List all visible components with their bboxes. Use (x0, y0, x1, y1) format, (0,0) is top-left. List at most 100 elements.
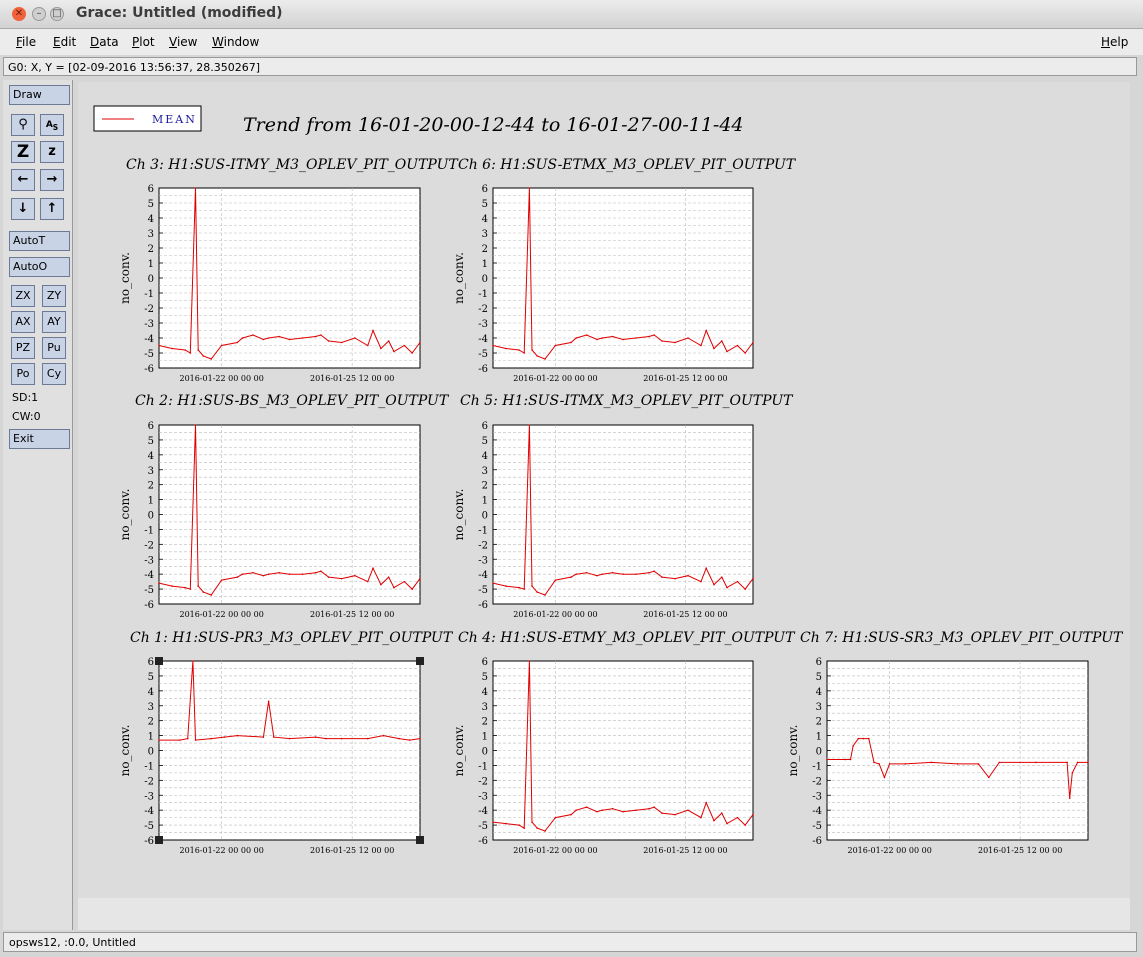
draw-button[interactable]: Draw (9, 85, 70, 105)
zx-button[interactable]: ZX (11, 285, 35, 307)
data-point (622, 338, 624, 341)
y-tick-label: 1 (148, 259, 154, 270)
exit-button[interactable]: Exit (9, 429, 70, 449)
data-point (301, 573, 304, 575)
menu-window[interactable]: Window (212, 35, 259, 49)
menu-file[interactable]: File (16, 35, 36, 49)
data-point (288, 338, 291, 341)
data-point (752, 577, 754, 580)
data-point (713, 819, 715, 822)
chart-title: Ch 7: H1:SUS-SR3_M3_OPLEV_PIT_OUTPUT (800, 630, 1124, 646)
po-button[interactable]: Po (11, 363, 35, 385)
data-point (367, 580, 369, 583)
data-point (210, 358, 212, 360)
data-point (873, 761, 875, 764)
ay-button[interactable]: AY (42, 311, 66, 333)
ax-button[interactable]: AX (11, 311, 35, 333)
data-point (705, 567, 707, 569)
data-point (648, 807, 650, 810)
scroll-right-icon[interactable]: → (40, 169, 64, 191)
menu-help[interactable]: Help (1101, 35, 1128, 49)
data-point (1071, 772, 1074, 774)
pu-button[interactable]: Pu (42, 337, 66, 359)
selection-handle[interactable] (155, 657, 163, 665)
selection-handle[interactable] (416, 836, 424, 844)
y-tick-label: -2 (144, 776, 154, 787)
data-point (419, 577, 421, 580)
y-tick-label: -5 (144, 585, 154, 596)
y-tick-label: 6 (816, 657, 822, 668)
data-point (372, 329, 374, 332)
y-tick-label: 6 (148, 421, 154, 432)
data-point (1068, 797, 1071, 800)
pz-button[interactable]: PZ (11, 337, 35, 359)
x-tick-label: 2016-01-22 00 00 00 (513, 374, 597, 383)
plot-area[interactable]: MEAN Trend from 16-01-20-00-12-44 to 16-… (78, 82, 1130, 898)
data-point (398, 737, 400, 740)
data-point (585, 806, 588, 808)
menu-data[interactable]: Data (90, 35, 119, 49)
data-point (411, 588, 413, 590)
y-tick-label: 3 (816, 702, 822, 713)
y-tick-label: -1 (144, 289, 154, 300)
data-point (314, 736, 317, 738)
scroll-down-icon[interactable]: ↓ (11, 198, 35, 220)
menu-edit[interactable]: Edit (53, 35, 76, 49)
data-point (186, 737, 189, 740)
data-point (726, 350, 728, 353)
scroll-up-icon[interactable]: ↑ (40, 198, 64, 220)
data-point (523, 588, 525, 590)
data-point (904, 763, 907, 765)
zoom-icon[interactable]: ⚲ (11, 114, 35, 136)
maximize-window-button[interactable]: □ (50, 7, 64, 21)
data-point (570, 576, 572, 578)
y-tick-label: 5 (148, 436, 154, 447)
y-tick-label: -6 (478, 600, 488, 611)
autot-button[interactable]: AutoT (9, 231, 70, 251)
selection-handle[interactable] (416, 657, 424, 665)
data-point (367, 344, 369, 347)
y-tick-label: 2 (816, 717, 822, 728)
zy-button[interactable]: ZY (42, 285, 66, 307)
y-tick-label: -1 (478, 289, 488, 300)
data-point (862, 737, 865, 740)
autoo-button[interactable]: AutoO (9, 257, 70, 277)
cy-button[interactable]: Cy (42, 363, 66, 385)
y-axis-label: no_conv. (452, 489, 466, 541)
data-point (419, 737, 421, 740)
zoom-out-icon[interactable]: z (40, 141, 64, 163)
graph-canvas[interactable]: MEAN Trend from 16-01-20-00-12-44 to 16-… (78, 82, 1130, 898)
set-default-readout: SD:1 (12, 391, 39, 404)
scroll-left-icon[interactable]: ← (11, 169, 35, 191)
chart-title: Ch 6: H1:SUS-ETMX_M3_OPLEV_PIT_OUTPUT (458, 157, 797, 173)
y-axis-label: no_conv. (452, 252, 466, 304)
y-tick-label: -6 (478, 836, 488, 847)
y-tick-label: -3 (478, 791, 488, 802)
data-point (278, 571, 280, 574)
data-point (194, 187, 197, 189)
minimize-window-button[interactable]: – (32, 7, 46, 21)
data-point (179, 739, 181, 741)
data-point (752, 813, 754, 816)
data-point (278, 335, 280, 338)
zoom-in-icon[interactable]: Z (11, 141, 35, 163)
menu-plot[interactable]: Plot (132, 35, 155, 49)
data-point (518, 586, 520, 589)
data-point (653, 334, 655, 336)
menu-view[interactable]: View (169, 35, 197, 49)
data-point (721, 340, 723, 342)
y-tick-label: 4 (148, 214, 154, 225)
data-point (393, 350, 395, 353)
selection-handle[interactable] (155, 836, 163, 844)
data-point (241, 337, 244, 339)
close-window-button[interactable]: ✕ (12, 7, 26, 21)
y-tick-label: 0 (148, 274, 154, 285)
y-tick-label: 2 (482, 244, 488, 255)
y-tick-label: 4 (148, 451, 154, 462)
data-point (1066, 761, 1068, 764)
text-autoscale-icon[interactable]: AS (40, 114, 64, 136)
data-point (210, 737, 212, 740)
menubar: File Edit Data Plot View Window Help (0, 29, 1143, 55)
y-tick-label: -6 (812, 836, 822, 847)
data-point (340, 341, 343, 344)
